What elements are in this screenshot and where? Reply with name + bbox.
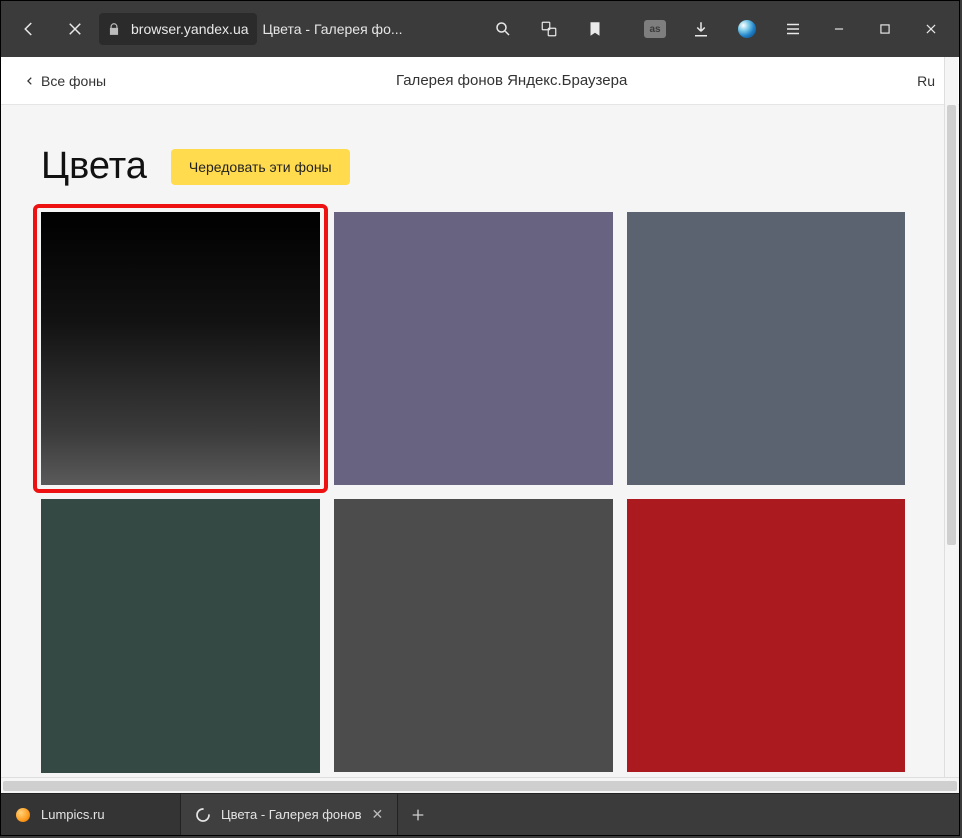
page-header: Все фоны Галерея фонов Яндекс.Браузера R…	[1, 57, 959, 105]
back-button[interactable]	[7, 7, 51, 51]
toolbar-tab-title: Цвета - Галерея фо...	[263, 21, 403, 37]
downloads-icon[interactable]	[679, 7, 723, 51]
url-text: browser.yandex.ua	[129, 21, 257, 37]
back-link[interactable]: Все фоны	[25, 73, 106, 89]
loading-icon	[195, 807, 211, 823]
page-title: Цвета	[41, 145, 147, 188]
color-tile-purple-grey[interactable]	[334, 212, 613, 485]
tab-gallery[interactable]: Цвета - Галерея фонов ✕	[181, 794, 398, 835]
page-content: Все фоны Галерея фонов Яндекс.Браузера R…	[1, 57, 959, 793]
bookmark-icon[interactable]	[573, 7, 617, 51]
back-link-label: Все фоны	[41, 73, 106, 89]
stop-button[interactable]	[53, 7, 97, 51]
close-icon[interactable]: ✕	[371, 806, 383, 823]
color-tile-crimson[interactable]	[627, 499, 906, 772]
color-tile-slate-blue[interactable]	[627, 212, 906, 485]
window-maximize-button[interactable]	[863, 7, 907, 51]
tab-strip: Lumpics.ru Цвета - Галерея фонов ✕	[1, 793, 959, 835]
color-tile-black-gradient[interactable]	[33, 204, 328, 493]
tile-grid	[41, 212, 905, 772]
address-bar[interactable]: browser.yandex.ua	[99, 13, 257, 45]
horizontal-scrollbar[interactable]	[1, 777, 959, 793]
lock-icon	[99, 22, 129, 36]
gallery-title: Галерея фонов Яндекс.Браузера	[106, 72, 917, 89]
new-tab-button[interactable]	[398, 794, 438, 835]
chevron-left-icon	[25, 76, 35, 86]
language-switch[interactable]: Ru	[917, 73, 935, 89]
search-icon[interactable]	[481, 7, 525, 51]
translate-icon[interactable]	[527, 7, 571, 51]
profile-icon[interactable]	[725, 7, 769, 51]
menu-icon[interactable]	[771, 7, 815, 51]
tab-label: Цвета - Галерея фонов	[221, 807, 361, 822]
color-tile-dark-green[interactable]	[41, 499, 320, 773]
tab-label: Lumpics.ru	[41, 807, 105, 822]
color-tile-dark-grey[interactable]	[334, 499, 613, 772]
window-close-button[interactable]	[909, 7, 953, 51]
browser-toolbar: browser.yandex.ua Цвета - Галерея фо... …	[1, 1, 959, 57]
favicon-icon	[15, 807, 31, 823]
shuffle-button[interactable]: Чередовать эти фоны	[171, 149, 350, 185]
vertical-scrollbar[interactable]	[944, 57, 958, 777]
tab-lumpics[interactable]: Lumpics.ru	[1, 794, 181, 835]
window-minimize-button[interactable]	[817, 7, 861, 51]
extension-icon[interactable]: as	[633, 7, 677, 51]
